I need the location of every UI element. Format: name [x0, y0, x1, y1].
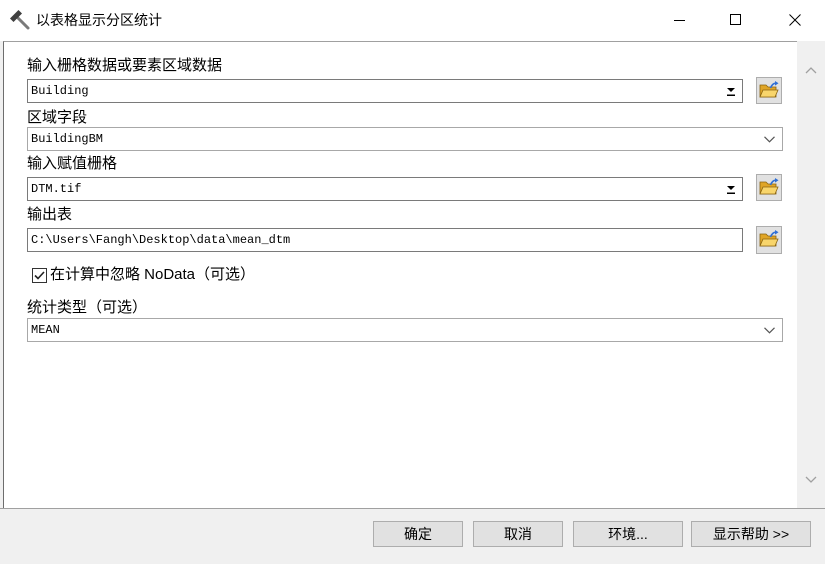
- button-bar: 确定 取消 环境... 显示帮助 >>: [0, 508, 825, 564]
- output-table-value: C:\Users\Fangh\Desktop\data\mean_dtm: [31, 233, 291, 247]
- minimize-icon: [674, 20, 685, 21]
- input-value-raster-browse-button[interactable]: [756, 174, 782, 201]
- ignore-nodata-label[interactable]: 在计算中忽略 NoData（可选）: [50, 266, 255, 284]
- open-folder-icon: [759, 81, 779, 98]
- dropdown-arrow-icon[interactable]: [722, 82, 740, 100]
- statistics-type-select[interactable]: MEAN: [27, 318, 783, 342]
- tool-dialog-window: 以表格显示分区统计 输入栅格数据或要素区域数据 Building 区域字段 Bu…: [0, 0, 825, 564]
- input-value-raster-label: 输入赋值栅格: [27, 155, 118, 172]
- vertical-scrollbar[interactable]: [797, 42, 825, 508]
- chevron-down-icon[interactable]: [805, 476, 817, 484]
- title-bar[interactable]: 以表格显示分区统计: [0, 0, 825, 41]
- hammer-icon: [9, 9, 31, 31]
- cancel-button[interactable]: 取消: [473, 521, 563, 547]
- chevron-down-icon: [764, 327, 775, 334]
- input-zone-data-browse-button[interactable]: [756, 77, 782, 104]
- open-folder-icon: [759, 230, 779, 247]
- ok-button[interactable]: 确定: [373, 521, 463, 547]
- chevron-down-icon: [764, 136, 775, 143]
- output-table-input[interactable]: C:\Users\Fangh\Desktop\data\mean_dtm: [27, 228, 743, 252]
- close-icon: [789, 14, 801, 26]
- input-zone-data-label: 输入栅格数据或要素区域数据: [27, 57, 223, 74]
- dropdown-arrow-icon[interactable]: [722, 180, 740, 198]
- input-zone-data-combo[interactable]: Building: [27, 79, 743, 103]
- ignore-nodata-checkmark: [34, 271, 45, 280]
- maximize-button[interactable]: [706, 0, 764, 40]
- statistics-type-value: MEAN: [31, 323, 60, 337]
- zone-field-label: 区域字段: [27, 109, 88, 126]
- ignore-nodata-checkbox[interactable]: [32, 268, 47, 283]
- output-table-browse-button[interactable]: [756, 226, 782, 254]
- minimize-button[interactable]: [650, 0, 708, 40]
- output-table-label: 输出表: [27, 206, 73, 223]
- environments-button[interactable]: 环境...: [573, 521, 683, 547]
- maximize-icon: [730, 14, 741, 25]
- chevron-up-icon[interactable]: [805, 66, 817, 74]
- input-zone-data-value: Building: [31, 84, 89, 98]
- close-button[interactable]: [764, 0, 825, 40]
- show-help-button[interactable]: 显示帮助 >>: [691, 521, 811, 547]
- open-folder-icon: [759, 178, 779, 195]
- window-title: 以表格显示分区统计: [36, 12, 162, 28]
- parameters-panel: 输入栅格数据或要素区域数据 Building 区域字段 BuildingBM 输…: [3, 41, 797, 508]
- statistics-type-label: 统计类型（可选）: [27, 299, 148, 316]
- zone-field-value: BuildingBM: [31, 132, 104, 146]
- input-value-raster-combo[interactable]: DTM.tif: [27, 177, 743, 201]
- input-value-raster-value: DTM.tif: [31, 182, 82, 196]
- zone-field-select[interactable]: BuildingBM: [27, 127, 783, 151]
